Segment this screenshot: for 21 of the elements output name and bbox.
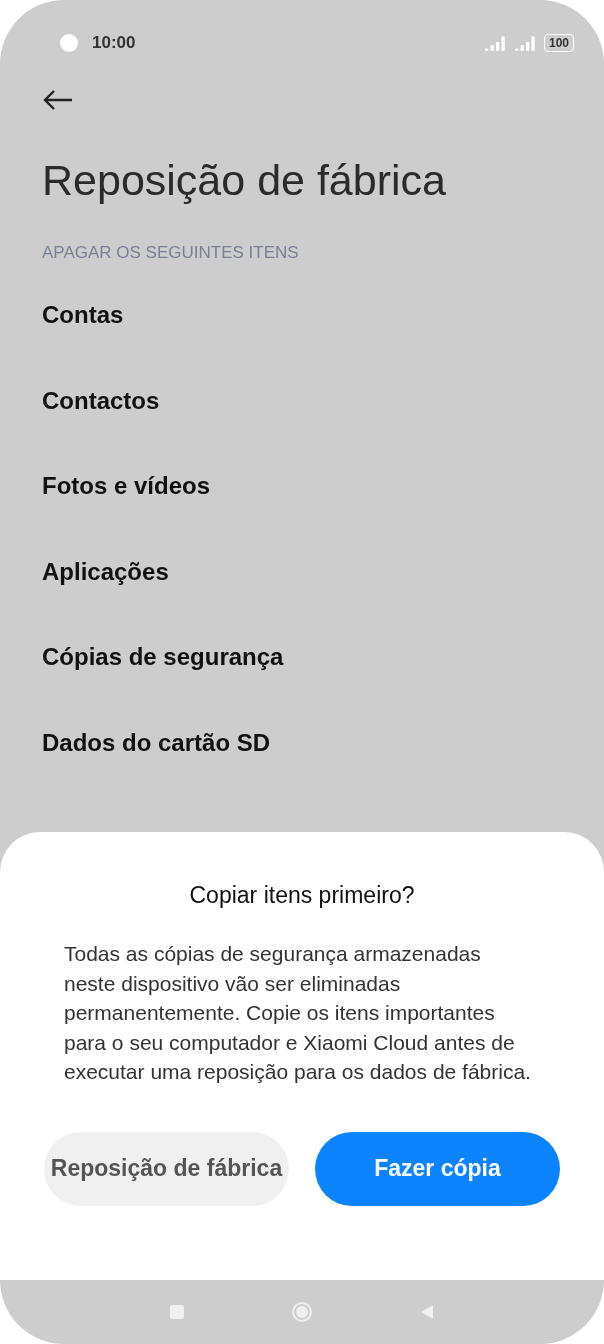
list-item: Aplicações [42, 556, 170, 587]
camera-dot-icon [60, 34, 78, 52]
list-item: Contactos [42, 385, 161, 416]
list-item: Fotos e vídeos [42, 471, 212, 501]
signal-icon [483, 34, 508, 52]
recents-icon[interactable] [170, 1305, 184, 1319]
page-title: Reposição de fábrica [42, 156, 447, 205]
dialog-message: Todas as cópias de segurança armazenadas neste dispositivo vão ser eliminadas permanentemente. Copie os itens importantes para o seu computador e Xiaomi Cloud antes de executar uma reposição para os dados de fábrica. [64, 941, 532, 1085]
signal-icon [513, 34, 538, 52]
list-item: Cópias de segurança [42, 642, 285, 672]
back-icon[interactable] [420, 1304, 434, 1320]
section-header: APAGAR OS SEGUINTES ITENS [42, 243, 300, 263]
copy-button[interactable]: Fazer cópia [315, 1131, 560, 1206]
list-item: Contas [42, 300, 125, 330]
status-time: 10:00 [92, 33, 136, 53]
battery-level: 100 [543, 34, 574, 52]
home-icon[interactable] [292, 1302, 312, 1322]
dialog-title: Copiar itens primeiro? [188, 882, 416, 909]
reset-button[interactable]: Reposição de fábrica [44, 1131, 289, 1206]
back-arrow-icon[interactable] [42, 88, 74, 112]
list-item: Dados do cartão SD [42, 727, 272, 758]
